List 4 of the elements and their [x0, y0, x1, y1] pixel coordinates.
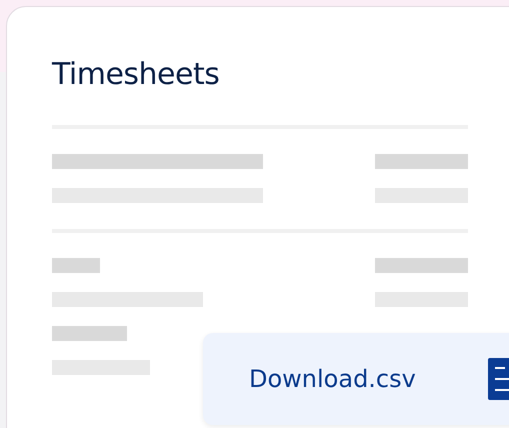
- skeleton-bar: [52, 258, 100, 273]
- download-link[interactable]: Download.csv: [249, 364, 416, 394]
- card-title: Timesheets: [52, 57, 220, 93]
- document-icon[interactable]: [488, 358, 509, 400]
